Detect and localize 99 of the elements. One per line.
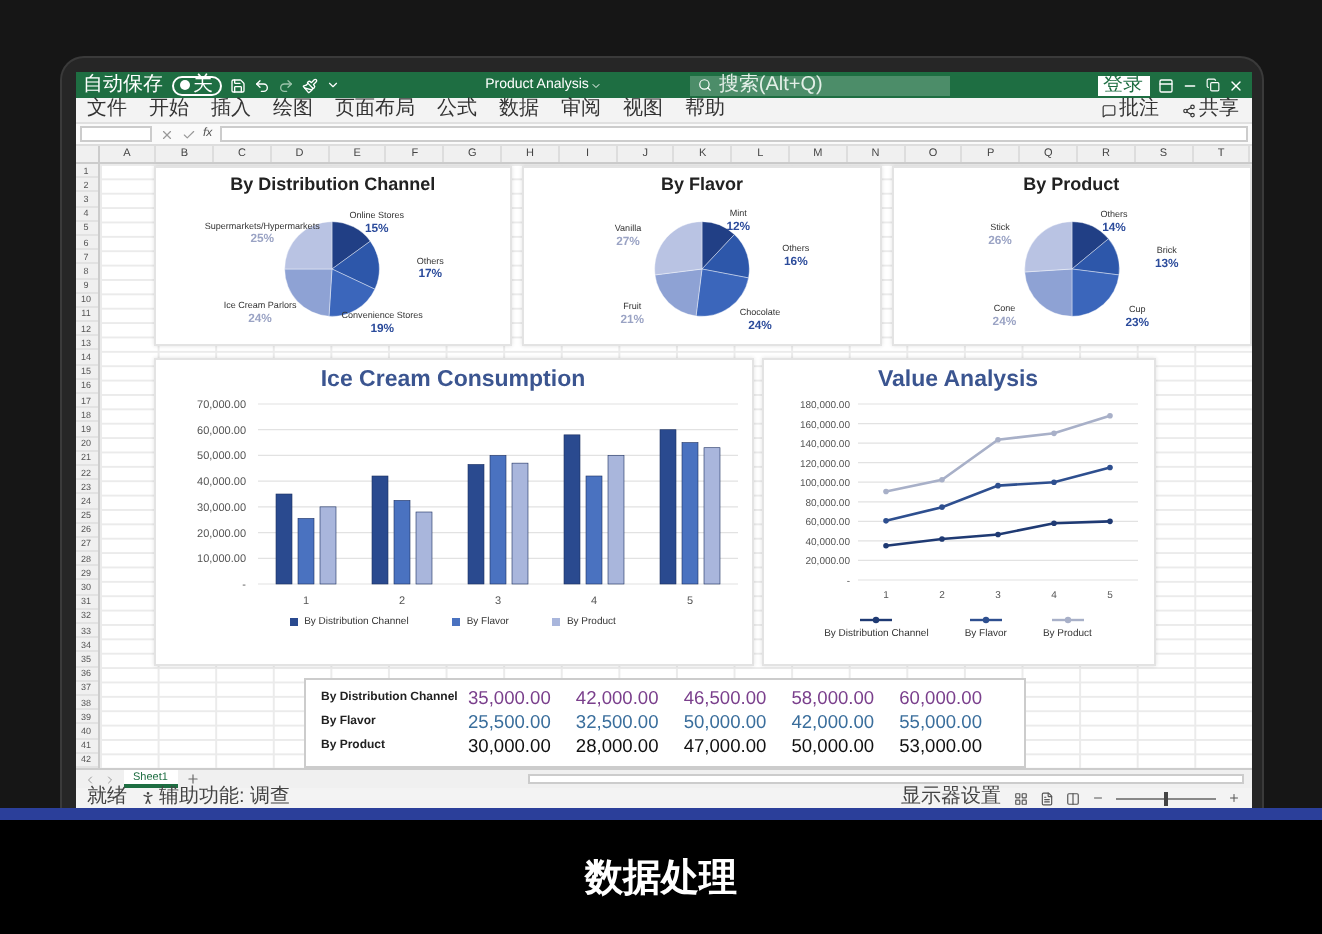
ribbon-tab[interactable]: 文件 [87,100,127,120]
bar [680,442,698,585]
accessibility-button[interactable]: 辅助功能: 调查 [139,788,291,808]
check-icon[interactable] [181,127,195,141]
pie-slice [1023,221,1072,273]
data-point [938,536,944,542]
table-value: 50,000.00 [791,736,877,757]
table-value: 25,500.00 [468,712,553,733]
bar [370,475,388,585]
data-point [994,436,1000,443]
data-point [1106,464,1112,471]
chart-title: By Flavor [661,174,744,194]
data-point [994,531,1000,538]
ribbon-tab[interactable]: 页面布局 [335,100,415,120]
legend-swatch [290,618,299,626]
table-value: 55,000.00 [899,712,984,733]
display-settings-link[interactable]: 显示器设置 [901,788,1001,808]
zoom-in-icon[interactable] [1227,792,1239,804]
table-value: 35,000.00 [468,688,553,709]
normal-view-icon[interactable] [1013,791,1027,805]
share-icon [1181,103,1195,117]
table-value: 58,000.00 [791,688,877,709]
page-layout-icon[interactable] [1039,791,1053,805]
data-point [882,518,888,524]
share-button[interactable]: 共享 [1181,100,1239,120]
data-point [1050,479,1056,485]
pie-slice [1023,268,1072,317]
search-icon [698,78,713,92]
pie-slice [1071,268,1119,317]
ribbon-display-icon[interactable] [1157,77,1173,93]
brush-icon[interactable] [301,77,317,93]
zoom-out-icon[interactable] [1091,792,1103,804]
chart-title: By Product [1023,174,1120,194]
data-point [882,488,888,495]
ribbon-tab[interactable]: 绘图 [273,100,313,120]
ribbon-tab[interactable]: 公式 [437,100,477,120]
restore-icon[interactable] [1205,78,1219,92]
pie-slice [1071,238,1119,276]
data-point [1106,412,1112,419]
table-value: 32,500.00 [575,712,661,733]
comments-button[interactable]: 批注 [1101,100,1159,120]
legend-swatch [452,618,461,626]
legend-line-icon [1051,616,1084,624]
ribbon-tab[interactable]: 插入 [211,100,251,120]
table-value: 53,000.00 [899,736,984,757]
bar [414,511,432,585]
status-text: 就绪 [87,788,127,808]
table-value: 50,000.00 [683,712,769,733]
bar [318,506,336,585]
formula-input[interactable] [220,126,1247,142]
table-value: 30,000.00 [468,736,553,757]
chart-title: Value Analysis [877,368,1039,392]
ribbon-tab[interactable]: 审阅 [561,100,601,120]
redo-icon[interactable] [277,77,293,93]
bar [488,455,506,585]
ribbon-tab[interactable]: 数据 [499,100,539,120]
pie-slice [332,240,381,290]
table-value: 42,000.00 [575,688,661,709]
bar [702,447,720,585]
data-point [1050,430,1056,437]
comment-icon [1101,103,1115,117]
chart-title: Ice Cream Consumption [320,368,586,392]
close-icon[interactable] [1227,77,1243,93]
caret-icon[interactable] [590,79,603,91]
data-point [1106,518,1112,525]
data-point [938,504,944,510]
bar [392,500,410,585]
save-icon[interactable] [229,77,245,93]
legend-swatch [552,618,561,626]
bar [466,464,484,585]
add-sheet-icon[interactable] [185,772,200,786]
bar [296,518,314,585]
table-value: 28,000.00 [575,736,661,757]
data-point [882,543,888,549]
bar [274,493,292,585]
ribbon-tab[interactable]: 帮助 [685,100,725,120]
table-value: 60,000.00 [899,688,984,709]
caption: 数据处理 [585,853,737,903]
table-value: 47,000.00 [683,736,769,757]
undo-icon[interactable] [253,77,269,93]
legend-line-icon [969,616,1002,624]
horizontal-scrollbar[interactable] [527,774,1243,784]
data-point [994,482,1000,489]
data-point [1050,520,1056,527]
table-value: 46,500.00 [683,688,769,709]
bar [584,475,602,585]
autosave-label: 自动保存 [83,75,163,95]
accessibility-icon [139,790,155,806]
ribbon-tab[interactable]: 开始 [149,100,189,120]
cancel-icon[interactable] [159,127,173,141]
bar [510,462,528,585]
data-point [938,477,944,483]
table-value: 42,000.00 [791,712,877,733]
ribbon-tab[interactable]: 视图 [623,100,663,120]
page-break-icon[interactable] [1065,791,1079,805]
legend-line-icon [860,616,893,624]
caret-icon[interactable] [325,78,339,92]
chart-title: By Distribution Channel [230,174,436,194]
bar [606,455,624,585]
